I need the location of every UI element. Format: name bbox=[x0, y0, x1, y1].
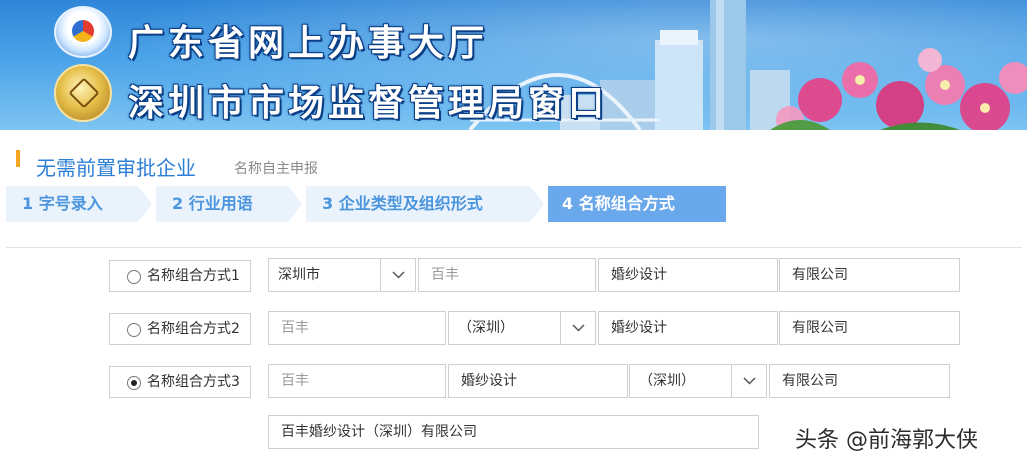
select-toggle[interactable] bbox=[560, 311, 596, 345]
city-select-value: 深圳市 bbox=[278, 267, 320, 283]
step-label: 4 名称组合方式 bbox=[562, 194, 675, 213]
city-select[interactable]: （深圳） bbox=[448, 311, 596, 345]
section-marker bbox=[16, 150, 20, 167]
portal-logo-icon bbox=[54, 6, 112, 58]
step-2-industry-term[interactable]: 2 行业用语 bbox=[156, 186, 306, 222]
section-divider bbox=[6, 247, 1022, 248]
step-separator-fill bbox=[138, 186, 152, 222]
combination-option-1[interactable]: 名称组合方式1 bbox=[109, 260, 251, 292]
step-label: 2 行业用语 bbox=[172, 194, 253, 213]
city-select-value: （深圳） bbox=[639, 373, 695, 389]
section-subtitle: 名称自主申报 bbox=[234, 161, 318, 177]
section-title: 无需前置审批企业 bbox=[36, 156, 196, 180]
industry-field[interactable]: 婚纱设计 bbox=[448, 364, 628, 398]
city-select[interactable]: （深圳） bbox=[629, 364, 767, 398]
chevron-down-icon bbox=[392, 271, 405, 279]
combination-option-2[interactable]: 名称组合方式2 bbox=[109, 313, 251, 345]
combination-option-label: 名称组合方式3 bbox=[147, 374, 240, 390]
radio-icon[interactable] bbox=[127, 323, 141, 337]
step-separator-fill bbox=[530, 186, 544, 222]
combination-option-label: 名称组合方式2 bbox=[147, 321, 240, 337]
portal-logo-mark bbox=[72, 20, 94, 42]
org-form-field[interactable]: 有限公司 bbox=[769, 364, 950, 398]
org-form-field[interactable]: 有限公司 bbox=[779, 311, 960, 345]
step-4-name-combination[interactable]: 4 名称组合方式 bbox=[548, 186, 726, 222]
chevron-down-icon bbox=[572, 324, 585, 332]
combination-option-label: 名称组合方式1 bbox=[147, 268, 240, 284]
header-banner: 广东省网上办事大厅 深圳市市场监督管理局窗口 bbox=[0, 0, 1027, 130]
step-3-company-type[interactable]: 3 企业类型及组织形式 bbox=[306, 186, 548, 222]
brand-field[interactable]: 百丰 bbox=[268, 364, 446, 398]
radio-icon[interactable] bbox=[127, 376, 141, 390]
bureau-seal-icon bbox=[54, 64, 112, 122]
step-1-brand-input[interactable]: 1 字号录入 bbox=[6, 186, 156, 222]
brand-field[interactable]: 百丰 bbox=[418, 258, 596, 292]
org-form-field[interactable]: 有限公司 bbox=[779, 258, 960, 292]
bureau-title: 深圳市市场监督管理局窗口 bbox=[128, 83, 609, 124]
chevron-down-icon bbox=[743, 377, 756, 385]
combined-name-result: 百丰婚纱设计（深圳）有限公司 bbox=[268, 415, 759, 449]
page: 广东省网上办事大厅 深圳市市场监督管理局窗口 无需前置审批企业 名称自主申报 1… bbox=[0, 0, 1027, 466]
step-label: 3 企业类型及组织形式 bbox=[322, 194, 483, 213]
industry-field[interactable]: 婚纱设计 bbox=[598, 258, 778, 292]
radio-icon[interactable] bbox=[127, 270, 141, 284]
select-toggle[interactable] bbox=[731, 364, 767, 398]
step-separator-fill bbox=[288, 186, 302, 222]
brand-field[interactable]: 百丰 bbox=[268, 311, 446, 345]
step-wizard: 1 字号录入 2 行业用语 3 企业类型及组织形式 4 名称组合方式 bbox=[6, 186, 726, 222]
industry-field[interactable]: 婚纱设计 bbox=[598, 311, 778, 345]
portal-title: 广东省网上办事大厅 bbox=[128, 23, 489, 64]
select-toggle[interactable] bbox=[380, 258, 416, 292]
bureau-seal-mark bbox=[68, 77, 100, 109]
combination-option-3[interactable]: 名称组合方式3 bbox=[109, 366, 251, 398]
step-label: 1 字号录入 bbox=[22, 194, 103, 213]
city-select-value: （深圳） bbox=[458, 320, 514, 336]
city-select[interactable]: 深圳市 bbox=[268, 258, 416, 292]
watermark: 头条 @前海郭大侠 bbox=[795, 428, 978, 453]
